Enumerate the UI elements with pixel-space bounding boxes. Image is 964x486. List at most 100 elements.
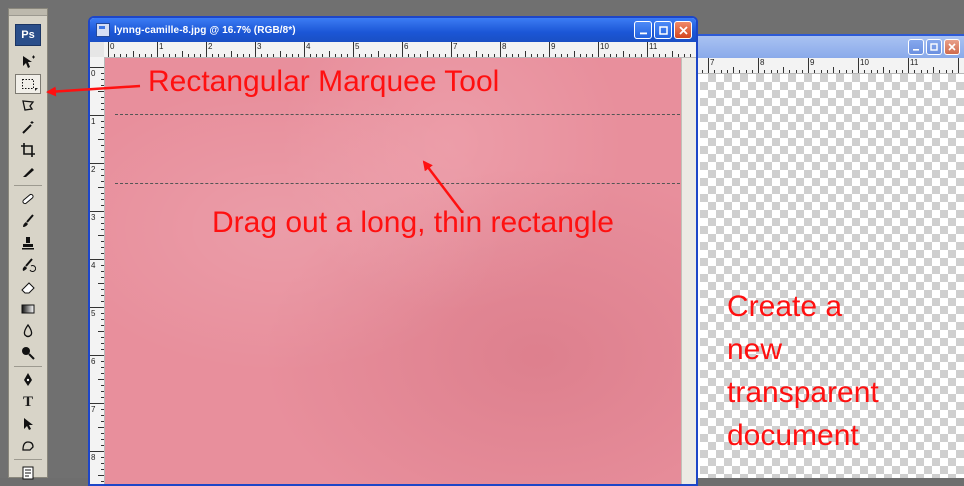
type-tool-button[interactable]: T [15,392,41,412]
marquee-selection[interactable] [115,114,682,184]
move-tool-button[interactable] [15,52,41,72]
tools-separator [14,459,42,460]
magic-wand-tool-button[interactable] [15,118,41,138]
ruler-tick [101,325,104,326]
lasso-tool-button[interactable] [15,96,41,116]
path-selection-tool-button[interactable] [15,414,41,434]
ruler-tick [518,54,520,57]
pink-paper-canvas[interactable] [105,58,682,484]
rectangular-marquee-tool-button[interactable] [15,74,41,94]
ruler-tick [795,70,797,73]
brush-tool-button[interactable] [15,211,41,231]
ruler-tick [549,42,550,57]
ruler-label: 7 [453,42,458,51]
palette-grip[interactable] [9,9,47,16]
ruler-tick [101,103,104,104]
ruler-tick [870,70,872,73]
ruler-tick [90,211,104,212]
ruler-tick [98,91,104,92]
type-icon: T [22,393,33,410]
close-button[interactable] [944,39,960,55]
slice-tool-button[interactable] [15,162,41,182]
ruler-tick [770,70,772,73]
crop-tool-button[interactable] [15,140,41,160]
minimize-button[interactable] [634,21,652,39]
ruler-tick [958,58,959,73]
ruler-tick [144,54,146,57]
ruler-tick [745,70,747,73]
ruler-tick [101,169,104,170]
vertical-scrollbar[interactable] [681,58,696,484]
blur-tool-button[interactable] [15,321,41,341]
path-select-icon [24,418,33,430]
eraser-tool-button[interactable] [15,277,41,297]
ruler-tick [634,54,636,57]
photoshop-logo[interactable]: Ps [15,24,41,46]
ruler-label: 2 [208,42,213,51]
pen-tool-button[interactable] [15,370,41,390]
ruler-tick [851,70,853,73]
ruler-tick [101,109,104,110]
ruler-tick [101,151,104,152]
ruler-tick [101,415,104,416]
ruler-tick [101,85,104,86]
ruler-tick [101,361,104,362]
ruler-tick [224,54,226,57]
ruler-label: 1 [159,42,164,51]
ruler-tick [101,469,104,470]
ruler-tick [895,70,897,73]
ruler-tick [371,54,373,57]
photoshop-workspace: Ps T 7 8 9 10 11 lynng-camille-8.jpg @ 1… [0,0,964,486]
notes-tool-button[interactable] [15,463,41,483]
history-brush-tool-button[interactable] [15,255,41,275]
ruler-tick [101,253,104,254]
brush-icon [23,214,34,227]
ruler-tick [242,54,244,57]
ruler-tick [101,343,104,344]
move-arrow-icon [23,55,35,68]
ruler-tick [101,229,104,230]
ruler-tick [90,451,104,452]
healing-brush-tool-button[interactable] [15,189,41,209]
minimize-button[interactable] [908,39,924,55]
ruler-origin[interactable] [90,42,105,58]
ruler-tick [604,54,606,57]
ruler-tick [101,433,104,434]
ruler-tick [101,439,104,440]
ruler-tick [926,70,928,73]
ruler-tick [98,283,104,284]
dodge-tool-button[interactable] [15,343,41,363]
ruler-tick [212,54,214,57]
ruler-tick [567,54,569,57]
ruler-tick [98,331,104,332]
ruler-tick [647,42,648,57]
horizontal-ruler[interactable]: 7 8 9 10 11 [692,58,964,74]
ruler-tick [628,54,630,57]
ruler-tick [120,54,122,57]
vertical-ruler[interactable]: 0123456789 [90,57,105,484]
maximize-button[interactable] [654,21,672,39]
ruler-tick [90,355,104,356]
magic-wand-icon [22,121,34,134]
ruler-tick [714,70,716,73]
ruler-tick [101,373,104,374]
close-button[interactable] [674,21,692,39]
ruler-tick [610,54,612,57]
maximize-icon [658,25,668,35]
transparent-document-titlebar[interactable] [692,36,964,58]
gradient-tool-button[interactable] [15,299,41,319]
clone-stamp-tool-button[interactable] [15,233,41,253]
ruler-tick [598,42,599,57]
ruler-tick [297,54,299,57]
ruler-tick [98,427,104,428]
shape-tool-button[interactable] [15,436,41,456]
maximize-button[interactable] [926,39,942,55]
ruler-tick [98,235,104,236]
main-document-titlebar[interactable]: lynng-camille-8.jpg @ 16.7% (RGB/8*) [90,18,696,42]
tools-separator [14,185,42,186]
ruler-tick [536,54,538,57]
ruler-tick [591,54,593,57]
stamp-icon [22,237,34,250]
ruler-tick [163,54,165,57]
horizontal-ruler[interactable]: 0 1 2 3 4 5 6 7 8 9 10 11 [104,42,696,58]
